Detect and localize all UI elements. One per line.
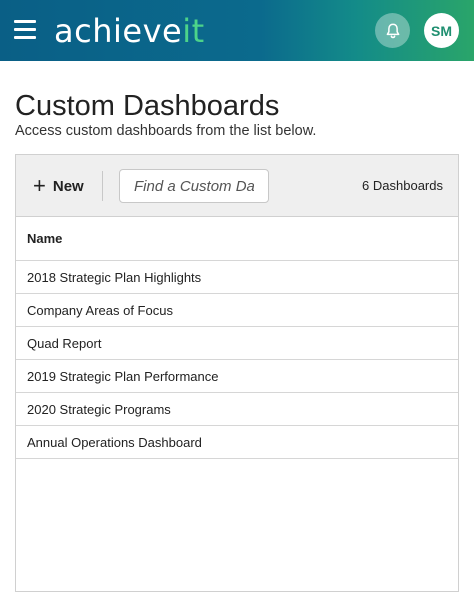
dashboards-toolbar: + New 6 Dashboards [16, 155, 458, 217]
new-button-label: New [52, 177, 84, 195]
notifications-button[interactable] [375, 13, 410, 48]
table-row[interactable]: 2019 Strategic Plan Performance [16, 360, 458, 393]
dashboards-panel: + New 6 Dashboards Name 2018 Strategic P… [15, 154, 459, 592]
user-avatar[interactable]: SM [424, 13, 459, 48]
table-row[interactable]: Company Areas of Focus [16, 294, 458, 327]
toolbar-divider [102, 171, 103, 201]
hamburger-icon[interactable] [14, 20, 36, 40]
column-header-name[interactable]: Name [16, 217, 458, 261]
table-row[interactable]: Quad Report [16, 327, 458, 360]
app-logo[interactable]: achieveit [54, 11, 205, 51]
logo-main-text: achieve [54, 12, 183, 50]
new-dashboard-button[interactable]: + New [33, 173, 84, 199]
dashboard-count: 6 Dashboards [362, 178, 443, 193]
table-row[interactable]: Annual Operations Dashboard [16, 426, 458, 459]
dashboard-list: 2018 Strategic Plan Highlights Company A… [16, 261, 458, 459]
bell-icon [386, 23, 399, 38]
table-row[interactable]: 2018 Strategic Plan Highlights [16, 261, 458, 294]
page-title: Custom Dashboards [15, 90, 280, 122]
logo-accent-text: it [182, 12, 205, 50]
search-input[interactable] [119, 169, 269, 203]
table-row[interactable]: 2020 Strategic Programs [16, 393, 458, 426]
plus-icon: + [33, 173, 46, 198]
page-subtitle: Access custom dashboards from the list b… [15, 123, 317, 139]
top-bar: achieveit SM [0, 0, 474, 61]
